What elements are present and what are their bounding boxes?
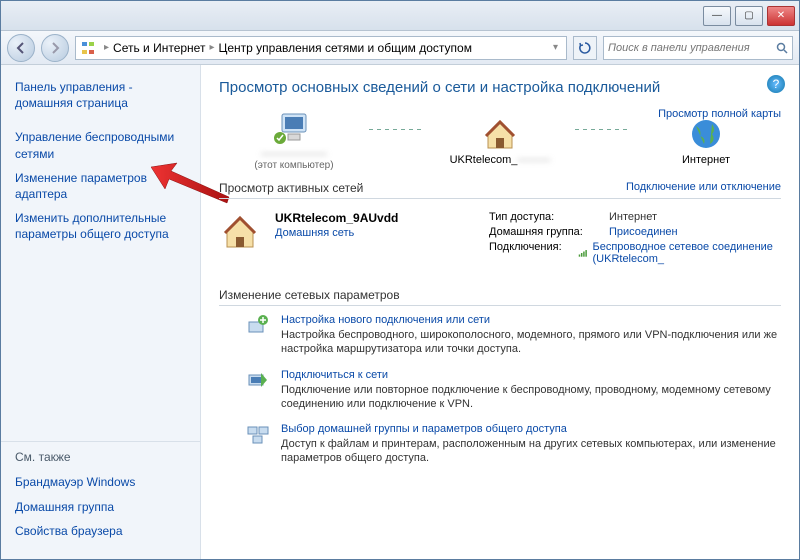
page-heading: Просмотр основных сведений о сети и наст… bbox=[219, 79, 781, 96]
task-list: Настройка нового подключения или сети На… bbox=[219, 314, 781, 466]
close-button[interactable]: ✕ bbox=[767, 6, 795, 26]
network-diagram: Просмотр полной карты —————— (этот компь… bbox=[219, 108, 781, 171]
search-box[interactable] bbox=[603, 36, 793, 60]
task-link-new-connection[interactable]: Настройка нового подключения или сети bbox=[281, 314, 781, 326]
section-active-networks: Просмотр активных сетей Подключение или … bbox=[219, 181, 781, 199]
detail-label: Домашняя группа: bbox=[489, 226, 609, 238]
detail-value-connection[interactable]: Беспроводное сетевое соединение (UKRtele… bbox=[578, 241, 781, 265]
section-label: Просмотр активных сетей bbox=[219, 181, 363, 195]
see-also-title: См. также bbox=[15, 450, 186, 464]
titlebar: — ▢ ✕ bbox=[1, 1, 799, 31]
breadcrumb-item[interactable]: Сеть и Интернет bbox=[113, 41, 205, 55]
connect-disconnect-link[interactable]: Подключение или отключение bbox=[626, 181, 781, 195]
navbar: ▸ Сеть и Интернет ▸ Центр управления сет… bbox=[1, 31, 799, 65]
connect-network-icon bbox=[247, 369, 271, 412]
node-name: Интернет bbox=[631, 154, 781, 166]
chevron-right-icon: ▸ bbox=[100, 42, 113, 53]
house-icon bbox=[425, 114, 575, 154]
sidebar-link-wireless[interactable]: Управление беспроводными сетями bbox=[1, 125, 200, 165]
arrow-left-icon bbox=[15, 42, 27, 54]
connection-line bbox=[369, 129, 425, 130]
homegroup-icon bbox=[247, 423, 271, 466]
back-button[interactable] bbox=[7, 34, 35, 62]
refresh-icon bbox=[578, 41, 592, 55]
see-also: См. также Брандмауэр Windows Домашняя гр… bbox=[1, 441, 200, 549]
maximize-button[interactable]: ▢ bbox=[735, 6, 763, 26]
detail-value-homegroup[interactable]: Присоединен bbox=[609, 226, 678, 238]
detail-label: Тип доступа: bbox=[489, 211, 609, 223]
chevron-down-icon[interactable]: ▾ bbox=[549, 42, 562, 53]
section-change-settings: Изменение сетевых параметров bbox=[219, 288, 781, 306]
refresh-button[interactable] bbox=[573, 36, 597, 60]
network-type-link[interactable]: Домашняя сеть bbox=[275, 227, 475, 239]
help-button[interactable]: ? bbox=[767, 75, 785, 93]
new-connection-icon bbox=[247, 314, 271, 357]
task-item: Выбор домашней группы и параметров общег… bbox=[219, 423, 781, 466]
task-desc: Подключение или повторное подключение к … bbox=[281, 383, 781, 412]
house-icon bbox=[219, 211, 261, 268]
network-details: Тип доступа: Интернет Домашняя группа: П… bbox=[489, 211, 781, 268]
connection-line bbox=[575, 129, 631, 130]
main-content: ? Просмотр основных сведений о сети и на… bbox=[201, 65, 799, 559]
detail-value-access: Интернет bbox=[609, 211, 657, 223]
diagram-node-computer: —————— (этот компьютер) bbox=[219, 108, 369, 171]
search-icon bbox=[776, 42, 788, 54]
arrow-right-icon bbox=[49, 42, 61, 54]
forward-button[interactable] bbox=[41, 34, 69, 62]
node-subtitle: (этот компьютер) bbox=[219, 160, 369, 171]
help-icon: ? bbox=[773, 77, 780, 91]
computer-icon bbox=[219, 108, 369, 148]
signal-icon bbox=[578, 247, 588, 259]
sidebar-link-home[interactable]: Панель управления - домашняя страница bbox=[1, 75, 200, 115]
diagram-node-internet: Интернет bbox=[631, 114, 781, 166]
node-name-blurred: —————— bbox=[261, 148, 327, 160]
task-item: Настройка нового подключения или сети На… bbox=[219, 314, 781, 357]
task-item: Подключиться к сети Подключение или повт… bbox=[219, 369, 781, 412]
sidebar-link-adapter[interactable]: Изменение параметров адаптера bbox=[1, 166, 200, 206]
task-desc: Доступ к файлам и принтерам, расположенн… bbox=[281, 437, 781, 466]
network-name: UKRtelecom_9AUvdd bbox=[275, 211, 475, 225]
sidebar-link-homegroup[interactable]: Домашняя группа bbox=[15, 495, 186, 519]
chevron-right-icon: ▸ bbox=[205, 42, 218, 53]
node-name-blurred: ——— bbox=[517, 154, 550, 166]
section-label: Изменение сетевых параметров bbox=[219, 288, 400, 302]
breadcrumb-item[interactable]: Центр управления сетями и общим доступом bbox=[218, 41, 472, 55]
sidebar: Панель управления - домашняя страница Уп… bbox=[1, 65, 201, 559]
task-link-homegroup[interactable]: Выбор домашней группы и параметров общег… bbox=[281, 423, 781, 435]
minimize-button[interactable]: — bbox=[703, 6, 731, 26]
breadcrumb[interactable]: ▸ Сеть и Интернет ▸ Центр управления сет… bbox=[75, 36, 567, 60]
view-map-link[interactable]: Просмотр полной карты bbox=[658, 108, 781, 120]
body: Панель управления - домашняя страница Уп… bbox=[1, 65, 799, 559]
search-input[interactable] bbox=[608, 42, 772, 54]
network-icon bbox=[80, 40, 96, 56]
sidebar-link-firewall[interactable]: Брандмауэр Windows bbox=[15, 470, 186, 494]
detail-label: Подключения: bbox=[489, 241, 578, 265]
diagram-node-network: UKRtelecom_——— bbox=[425, 114, 575, 166]
sidebar-link-browser[interactable]: Свойства браузера bbox=[15, 519, 186, 543]
task-desc: Настройка беспроводного, широкополосного… bbox=[281, 328, 781, 357]
window: — ▢ ✕ ▸ Сеть и Интернет ▸ Центр управлен… bbox=[0, 0, 800, 560]
node-name: UKRtelecom_ bbox=[450, 154, 518, 166]
task-link-connect[interactable]: Подключиться к сети bbox=[281, 369, 781, 381]
sidebar-link-sharing[interactable]: Изменить дополнительные параметры общего… bbox=[1, 206, 200, 246]
active-network-box: UKRtelecom_9AUvdd Домашняя сеть Тип дост… bbox=[219, 207, 781, 278]
